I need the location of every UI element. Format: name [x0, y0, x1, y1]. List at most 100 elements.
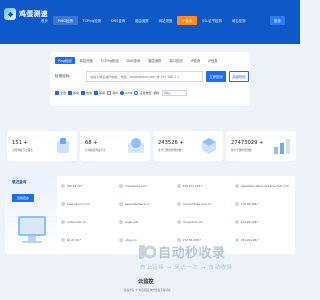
list-item[interactable]: 10.47.20.*	[61, 238, 119, 242]
nav-item-tcping[interactable]: TCPing检测	[78, 16, 106, 25]
stat-label: 累计已帮助检测次数	[158, 149, 182, 152]
tab-ping[interactable]: Ping检测	[55, 57, 75, 64]
list-item[interactable]: bso.domtree.com.cn	[177, 202, 235, 206]
globe-icon	[61, 202, 65, 206]
list-item[interactable]: eujian.biz	[119, 220, 177, 224]
nav-item-domain[interactable]: 域名检测	[227, 16, 251, 25]
checkbox-icon	[68, 91, 73, 95]
search-row: 检测目标: 立即检测 高级检测	[55, 71, 249, 82]
tool-tabs: Ping检测 网站测速 TCPing检测 DNS查询 路由追踪 端口检测 IP查…	[55, 57, 221, 64]
list-item[interactable]: 154.29.208.*	[235, 220, 293, 224]
nav-item-ssl[interactable]: SSL证书检测	[197, 16, 227, 25]
option-telecom[interactable]: 电信	[81, 91, 92, 95]
stat-number: 27473029 +	[231, 140, 264, 146]
list-item[interactable]: bsf.taxmax.cn	[61, 220, 119, 224]
server-illustration-icon	[57, 138, 69, 153]
radio-custom[interactable]: 设置数值	[134, 91, 151, 95]
radio-icmp[interactable]: ICMP	[120, 91, 132, 95]
login-button[interactable]: 登录	[270, 16, 285, 25]
globe-icon	[235, 220, 239, 224]
stat-card-national-nodes: 151 + 全国测速节点覆盖	[7, 131, 77, 161]
start-check-button[interactable]: 立即检测	[206, 71, 226, 82]
nav-item-traceroute[interactable]: 路由追踪	[130, 16, 154, 25]
list-item[interactable]: www.alirum.com	[61, 202, 119, 206]
globe-icon	[61, 220, 65, 224]
list-item[interactable]: www.eduspace.cn	[119, 202, 177, 206]
tab-port[interactable]: 端口检测	[166, 57, 185, 64]
stat-label: 全球覆盖测速节点	[85, 149, 106, 152]
stat-card-global-nodes: 68 + 全球覆盖测速节点	[80, 131, 150, 161]
checkbox-icon	[94, 91, 99, 95]
globe-icon	[177, 202, 181, 206]
globe-icon	[119, 202, 123, 206]
list-item[interactable]: 145.172.223.*	[177, 184, 235, 188]
stat-number: 68 +	[85, 140, 98, 146]
target-label: 检测目标:	[55, 74, 71, 78]
copyright-text: 版权所有 © 鸡蛋测速 未经授权不得转载	[124, 289, 171, 292]
option-mobile[interactable]: 移动	[68, 91, 79, 95]
watermark: 自动秒收录	[136, 242, 226, 261]
tab-speedtest[interactable]: 网站测速	[77, 57, 96, 64]
stat-card-helped-checks: 243526 + 累计已帮助检测次数	[153, 131, 223, 161]
node-options: 全选 移动 电信 联通 海外 ICMP 设置数值 超时	[55, 90, 187, 96]
search-panel: Ping检测 网站测速 TCPing检测 DNS查询 路由追踪 端口检测 IP查…	[50, 52, 250, 106]
nav-item-ip[interactable]: IP查询	[177, 16, 198, 25]
globe-icon	[61, 184, 65, 188]
target-input[interactable]	[86, 71, 203, 82]
globe-icon	[235, 202, 239, 206]
list-item[interactable]: 192.52.10.*	[61, 184, 119, 188]
list-item[interactable]: 154.29.208.*	[235, 238, 293, 242]
watermark-title: 自动秒收录	[158, 246, 226, 261]
globe-icon	[119, 238, 123, 242]
globe-icon	[177, 220, 181, 224]
stat-card-total-checks: 27473029 + 累计全部检测次数	[226, 131, 296, 161]
stat-number: 243526 +	[158, 140, 184, 146]
timeout-label: 超时	[153, 91, 160, 95]
tab-ip-info[interactable]: IP信息	[205, 57, 221, 64]
globe-icon	[235, 184, 239, 188]
globe-icon	[177, 184, 181, 188]
radio-icon	[134, 91, 139, 95]
recent-queries-sidebar: 最近查询 查看更多	[5, 176, 57, 254]
globe-illustration-icon	[128, 138, 144, 153]
tab-ip-query[interactable]: IP查询	[188, 57, 204, 64]
advanced-check-button[interactable]: 高级检测	[229, 71, 249, 82]
recent-queries-title: 最近查询	[12, 180, 27, 184]
stat-label: 全国测速节点覆盖	[12, 149, 33, 152]
view-more-button[interactable]: 查看更多	[12, 194, 35, 202]
globe-icon	[61, 238, 65, 242]
table-row: 192.52.10.* cnewswing.com 145.172.223.* …	[61, 184, 293, 188]
tab-tcping[interactable]: TCPing检测	[98, 57, 122, 64]
chart-illustration-icon	[274, 139, 290, 154]
watermark-logo-icon	[139, 244, 156, 259]
nav-item-dns[interactable]: DNS查询	[106, 16, 130, 25]
timeout-input[interactable]	[161, 90, 187, 96]
option-all[interactable]: 全选	[55, 91, 66, 95]
tab-dns[interactable]: DNS查询	[124, 57, 144, 64]
radio-icon	[120, 91, 125, 95]
globe-icon	[119, 184, 123, 188]
globe-icon	[119, 220, 123, 224]
option-overseas[interactable]: 海外	[107, 91, 118, 95]
cube-illustration-icon	[202, 138, 216, 154]
computer-illustration-icon	[18, 216, 46, 243]
list-item[interactable]: bhuyaand.com	[177, 220, 235, 224]
option-unicom[interactable]: 联通	[94, 91, 105, 95]
table-row: www.alirum.com www.eduspace.cn bso.domtr…	[61, 202, 293, 206]
nav-item-ping[interactable]: PING检测	[52, 16, 78, 25]
list-item[interactable]: 172.36.204.*	[235, 202, 293, 206]
nav-item-home[interactable]: 首页	[36, 16, 53, 25]
top-navbar: 鸡蛋测速 www.jdcesu.com 首页 PING检测 TCPing检测 D…	[0, 0, 300, 44]
checkbox-icon	[107, 91, 112, 95]
watermark-subtitle: 做上链接 → 来访一次 → 自动收录	[140, 265, 233, 271]
globe-icon	[235, 238, 239, 242]
stat-label: 累计全部检测次数	[231, 149, 252, 152]
list-item[interactable]: cnewswing.com	[119, 184, 177, 188]
checkbox-icon	[81, 91, 86, 95]
tab-traceroute[interactable]: 路由追踪	[145, 57, 164, 64]
nav-item-speedtest[interactable]: 网站测速	[154, 16, 178, 25]
logo-icon	[4, 8, 16, 20]
list-item[interactable]: thgsdsamclapan.yta.bru.chrtr.com	[235, 184, 293, 188]
checkbox-icon	[55, 91, 59, 95]
footer-brand: 云监控	[138, 279, 154, 285]
